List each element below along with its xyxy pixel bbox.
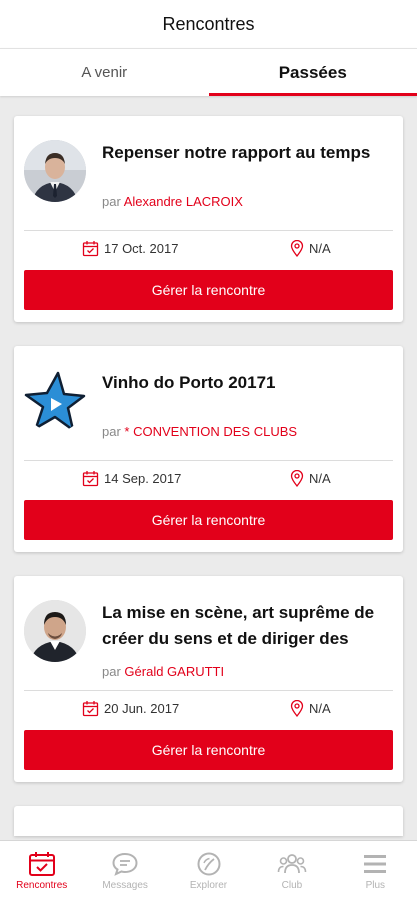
nav-explorer[interactable]: Explorer [167,841,250,900]
meeting-meta: 17 Oct. 2017 N/A [24,230,393,266]
meeting-title: Repenser notre rapport au temps [102,143,371,162]
speaker-avatar [24,140,86,202]
meeting-author: par Gérald GARUTTI [102,664,393,679]
meeting-card[interactable]: Repenser notre rapport au temps par Alex… [14,116,403,322]
calendar-icon [28,850,56,878]
meeting-meta: 20 Jun. 2017 N/A [24,690,393,726]
tab-bar: A venir Passées [0,48,417,96]
nav-label: Club [281,880,303,891]
calendar-icon [82,700,99,717]
app-header: Rencontres [0,0,417,48]
meeting-card[interactable]: La mise en scène, art suprême de créer d… [14,576,403,782]
meeting-title: Vinho do Porto 20171 [102,373,276,392]
manage-meeting-button[interactable]: Gérer la rencontre [24,270,393,310]
author-name[interactable]: Gérald GARUTTI [124,664,224,679]
meeting-location: N/A [309,471,331,486]
meeting-date: 14 Sep. 2017 [104,471,182,486]
tab-past[interactable]: Passées [208,49,417,96]
compass-icon [195,850,223,878]
star-logo-avatar [24,370,86,432]
author-prefix: par [102,194,121,209]
meeting-author: par Alexandre LACROIX [102,194,393,209]
author-prefix: par [102,424,121,439]
meeting-location: N/A [309,241,331,256]
menu-icon [361,850,389,878]
page-title: Rencontres [162,13,255,34]
nav-label: Messages [102,880,148,891]
nav-rencontres[interactable]: Rencontres [0,841,83,900]
meeting-date: 20 Jun. 2017 [104,701,180,716]
nav-label: Explorer [189,880,228,891]
location-pin-icon [290,470,304,487]
calendar-icon [82,240,99,257]
meeting-list: Repenser notre rapport au temps par Alex… [0,96,417,836]
author-name[interactable]: Alexandre LACROIX [124,194,243,209]
tab-upcoming[interactable]: A venir [0,49,209,96]
meeting-title: La mise en scène, art suprême de créer d… [102,603,375,648]
author-prefix: par [102,664,121,679]
nav-messages[interactable]: Messages [83,841,166,900]
group-icon [277,850,307,878]
meeting-location: N/A [309,701,331,716]
nav-plus[interactable]: Plus [334,841,417,900]
meeting-author: par * CONVENTION DES CLUBS [102,424,393,439]
meeting-card[interactable]: Vinho do Porto 20171 par * CONVENTION DE… [14,346,403,552]
meeting-card-partial[interactable] [14,806,403,836]
manage-meeting-button[interactable]: Gérer la rencontre [24,730,393,770]
nav-label: Plus [365,880,386,891]
bottom-nav: Rencontres Messages Explorer Club Plus [0,840,417,900]
speaker-avatar [24,600,86,662]
location-pin-icon [290,240,304,257]
chat-icon [111,850,139,878]
meeting-date: 17 Oct. 2017 [104,241,179,256]
location-pin-icon [290,700,304,717]
calendar-icon [82,470,99,487]
author-name[interactable]: * CONVENTION DES CLUBS [124,424,297,439]
meeting-meta: 14 Sep. 2017 N/A [24,460,393,496]
nav-club[interactable]: Club [250,841,333,900]
nav-label: Rencontres [16,880,68,891]
manage-meeting-button[interactable]: Gérer la rencontre [24,500,393,540]
